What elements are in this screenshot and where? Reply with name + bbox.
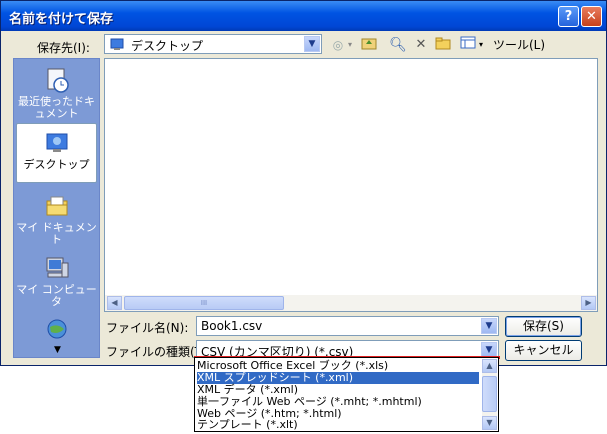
- file-name-value: Book1.csv: [201, 319, 263, 333]
- back-dropdown-icon[interactable]: ▾: [346, 36, 354, 54]
- tools-menu-label: ツール(L): [492, 38, 546, 52]
- desktop-icon: [46, 133, 67, 152]
- search-web-icon[interactable]: 🔍︎: [389, 36, 407, 54]
- window-title: 名前を付けて保存: [9, 12, 114, 27]
- my-computer-icon: [46, 257, 68, 278]
- recent-documents-icon: [47, 68, 69, 93]
- cancel-button[interactable]: キャンセル: [505, 340, 582, 361]
- scroll-right-icon[interactable]: ▶: [581, 296, 596, 310]
- dropdown-scroll-thumb[interactable]: [482, 376, 497, 412]
- up-folder-icon[interactable]: [360, 36, 378, 54]
- scroll-left-icon[interactable]: ◀: [107, 296, 122, 310]
- file-name-label: ファイル名(N):: [106, 321, 189, 335]
- places-bar: 最近使ったドキュメント デスクトップ マイ ドキュメント マイ コンピュータ ▼: [13, 58, 100, 358]
- place-desktop[interactable]: デスクトップ: [16, 123, 97, 183]
- save-button[interactable]: 保存(S): [505, 316, 582, 337]
- views-dropdown-icon[interactable]: ▾: [477, 36, 485, 54]
- place-label: 最近使ったドキュメント: [18, 95, 95, 120]
- chevron-down-icon[interactable]: ▼: [481, 318, 497, 334]
- file-list[interactable]: ◀ III ▶: [104, 58, 598, 312]
- tools-menu[interactable]: ツール(L) ▾: [490, 36, 548, 71]
- my-documents-icon: [46, 196, 67, 216]
- places-scroll-down-icon[interactable]: ▼: [54, 345, 61, 355]
- scroll-thumb[interactable]: III: [124, 296, 284, 310]
- horizontal-scrollbar[interactable]: ◀ III ▶: [105, 295, 597, 311]
- dropdown-scrollbar[interactable]: ▲ ▼: [482, 359, 497, 430]
- my-network-icon: [47, 319, 66, 339]
- chevron-down-icon[interactable]: ▼: [304, 36, 320, 52]
- save-in-value: デスクトップ: [131, 39, 204, 53]
- place-my-documents[interactable]: マイ ドキュメント: [16, 187, 97, 247]
- file-type-option[interactable]: テンプレート (*.xlt): [197, 419, 479, 431]
- place-label: マイ ドキュメント: [16, 221, 97, 246]
- save-in-label: 保存先(I):: [37, 41, 90, 55]
- save-as-dialog: 名前を付けて保存 ? ✕ 保存先(I): デスクトップ ▼ ◎ ▾ 🔍︎ ✕ ▾…: [0, 0, 607, 366]
- place-my-computer[interactable]: マイ コンピュータ: [16, 249, 97, 309]
- place-recent-documents[interactable]: 最近使ったドキュメント: [16, 61, 97, 123]
- views-icon[interactable]: [459, 36, 477, 54]
- close-button[interactable]: ✕: [581, 6, 602, 27]
- place-label: デスクトップ: [23, 158, 90, 171]
- save-in-combo[interactable]: デスクトップ ▼: [104, 34, 322, 54]
- file-name-field[interactable]: Book1.csv ▼: [196, 316, 499, 336]
- back-icon[interactable]: ◎: [330, 36, 346, 54]
- delete-icon[interactable]: ✕: [412, 36, 430, 54]
- help-button[interactable]: ?: [558, 6, 579, 27]
- new-folder-icon[interactable]: [434, 36, 452, 54]
- desktop-icon: [110, 38, 124, 50]
- title-bar: 名前を付けて保存 ? ✕: [1, 1, 606, 31]
- scroll-down-icon[interactable]: ▼: [482, 416, 497, 430]
- place-label: マイ コンピュータ: [16, 283, 97, 308]
- file-type-dropdown-list[interactable]: Microsoft Office Excel ブック (*.xls) XML ス…: [194, 357, 499, 432]
- scroll-up-icon[interactable]: ▲: [482, 359, 497, 373]
